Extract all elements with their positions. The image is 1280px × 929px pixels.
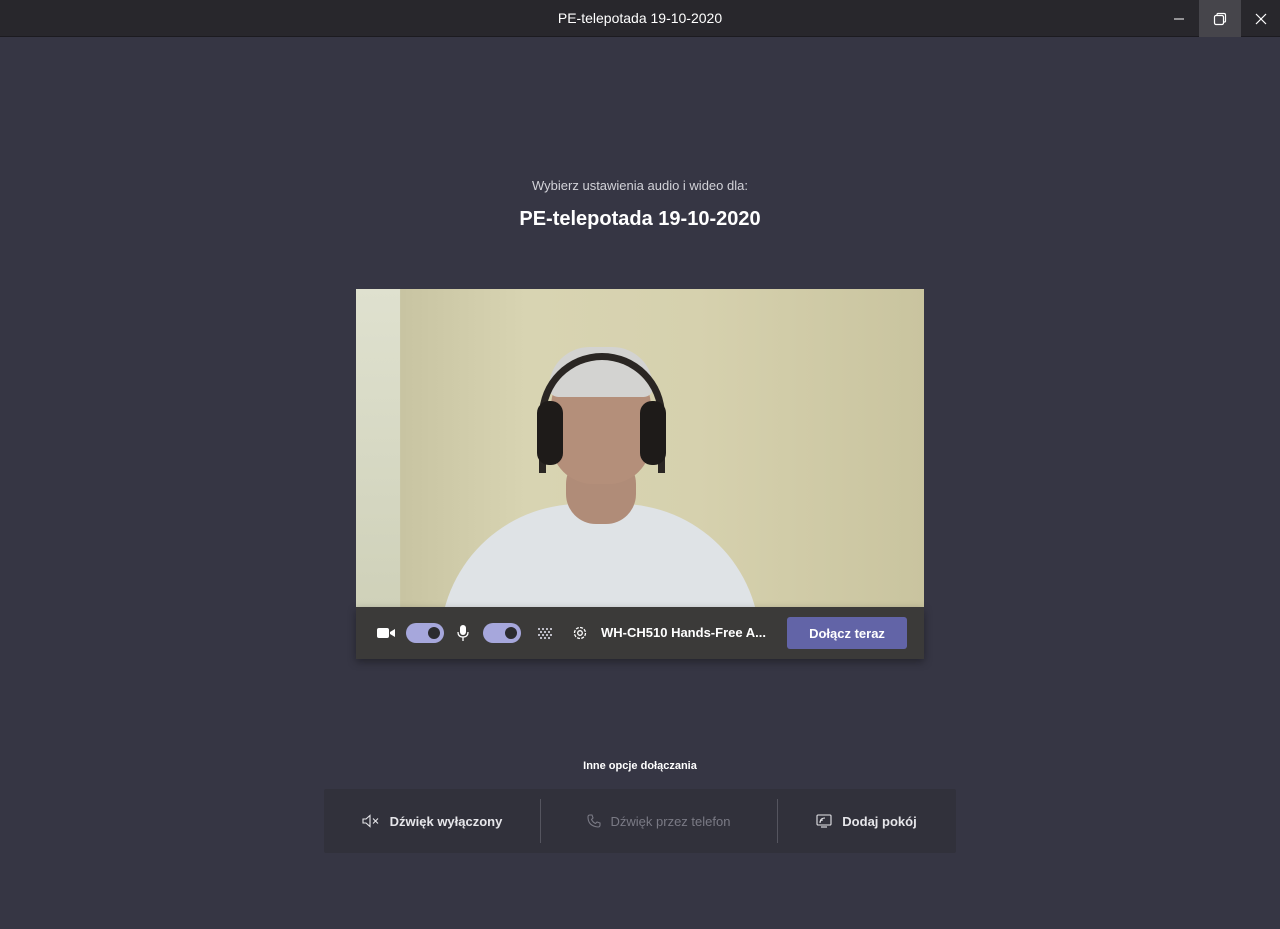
window-title: PE-telepotada 19-10-2020: [557, 10, 723, 26]
join-now-button[interactable]: Dołącz teraz: [787, 617, 907, 649]
device-controls-bar: WH-CH510 Hands-Free A... Dołącz teraz: [356, 607, 924, 659]
cast-room-icon: [816, 814, 832, 828]
microphone-toggle[interactable]: [483, 623, 521, 643]
camera-toggle[interactable]: [406, 623, 444, 643]
close-icon: [1255, 13, 1267, 24]
phone-audio-label: Dźwięk przez telefon: [610, 813, 731, 829]
title-bar: PE-telepotada 19-10-2020: [0, 0, 1280, 37]
add-room-label: Dodaj pokój: [842, 813, 917, 829]
close-button[interactable]: [1240, 0, 1280, 37]
audio-off-option[interactable]: Dźwięk wyłączony: [324, 789, 540, 853]
minimize-button[interactable]: [1158, 0, 1200, 37]
speaker-muted-icon: [362, 814, 379, 828]
restore-button[interactable]: [1199, 0, 1241, 37]
microphone-toggle-knob: [505, 627, 517, 639]
meeting-title: PE-telepotada 19-10-2020: [519, 208, 761, 230]
microphone-icon: [456, 624, 470, 642]
gear-icon[interactable]: [571, 624, 589, 642]
phone-audio-option[interactable]: Dźwięk przez telefon: [540, 789, 777, 853]
video-preview: [356, 289, 924, 607]
phone-icon: [586, 814, 601, 828]
preview-headset-cup-left: [537, 401, 563, 465]
other-join-options: Dźwięk wyłączony Dźwięk przez telefon Do…: [324, 789, 956, 853]
other-join-options-label: Inne opcje dołączania: [583, 760, 697, 772]
add-room-option[interactable]: Dodaj pokój: [777, 789, 956, 853]
camera-toggle-knob: [428, 627, 440, 639]
restore-icon: [1213, 12, 1227, 25]
background-blur-icon[interactable]: [537, 625, 553, 641]
camera-icon: [376, 625, 396, 641]
prejoin-subtitle: Wybierz ustawienia audio i wideo dla:: [532, 178, 748, 193]
preview-wall: [356, 289, 400, 607]
audio-device-label[interactable]: WH-CH510 Hands-Free A...: [601, 625, 781, 640]
minimize-icon: [1174, 18, 1184, 19]
preview-headset-cup-right: [640, 401, 666, 465]
audio-off-label: Dźwięk wyłączony: [389, 813, 503, 829]
